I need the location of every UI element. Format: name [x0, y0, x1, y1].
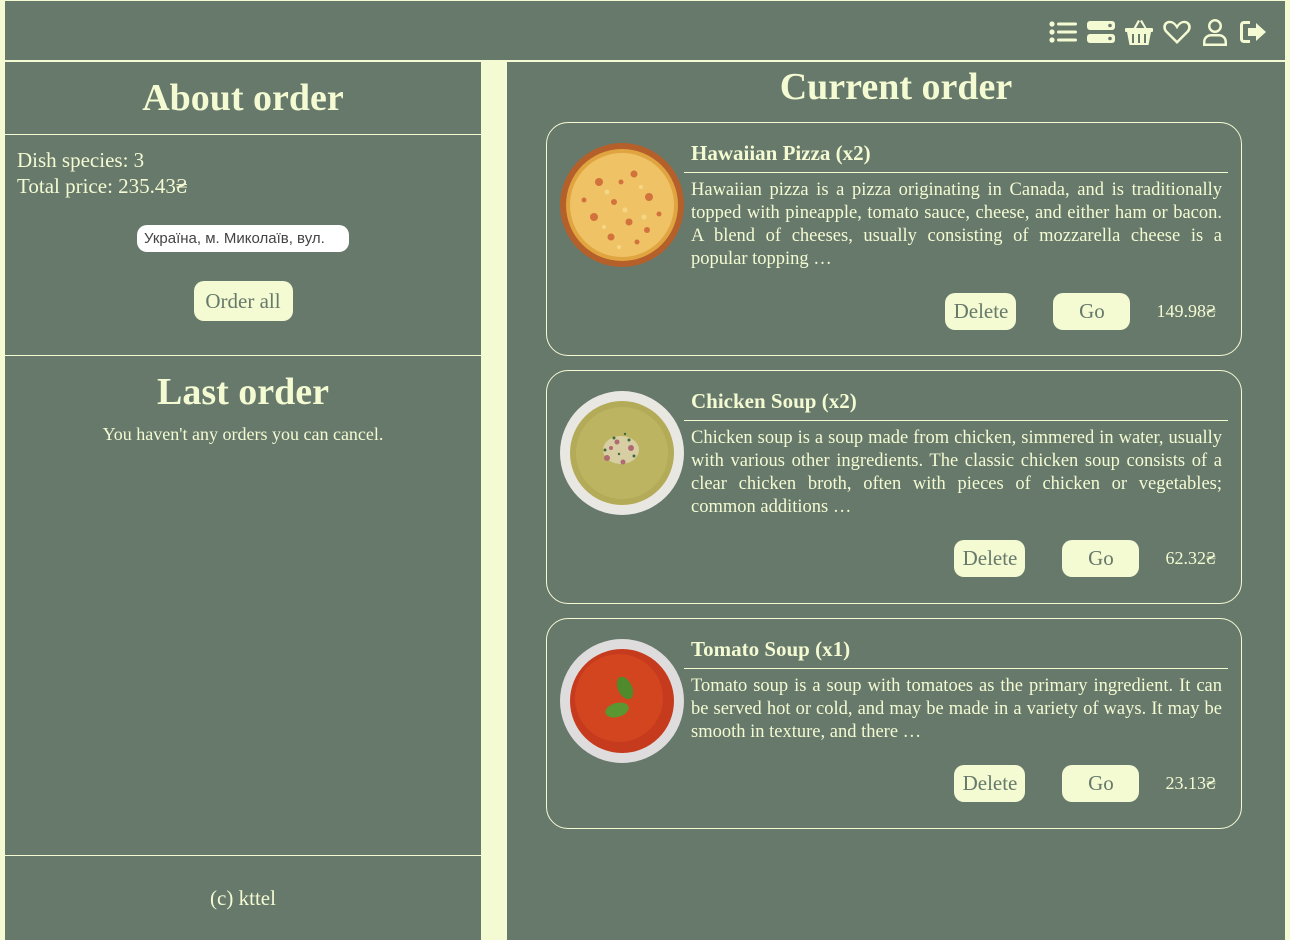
tomato-soup-image [559, 638, 685, 764]
heart-icon[interactable] [1161, 15, 1193, 49]
list-icon[interactable] [1047, 15, 1079, 49]
about-order-header: About order [5, 62, 481, 135]
go-button[interactable]: Go [1062, 765, 1140, 802]
order-item-description: Chicken soup is a soup made from chicken… [691, 428, 1222, 517]
order-item-card: Hawaiian Pizza (x2) Hawaiian pizza is a … [546, 122, 1242, 356]
hawaiian-pizza-image [559, 142, 685, 268]
top-header [5, 1, 1285, 61]
current-order-title: Current order [779, 66, 1013, 108]
last-order-message: You haven't any orders you can cancel. [102, 424, 384, 444]
chicken-soup-image [559, 390, 685, 516]
logout-icon[interactable] [1237, 15, 1269, 49]
basket-icon[interactable] [1123, 15, 1155, 49]
order-item-price: 62.32₴ [1165, 548, 1216, 568]
order-item-actions: Delete Go 149.98₴ [945, 293, 1216, 330]
order-item-title: Hawaiian Pizza (x2) [684, 141, 1228, 173]
order-item-price: 23.13₴ [1165, 773, 1216, 793]
header-icon-bar [1047, 15, 1269, 49]
go-button[interactable]: Go [1053, 293, 1131, 330]
delete-button[interactable]: Delete [954, 765, 1026, 802]
delete-button[interactable]: Delete [954, 540, 1026, 577]
go-button[interactable]: Go [1062, 540, 1140, 577]
user-icon[interactable] [1199, 15, 1231, 49]
footer-copyright: (c) kttel [210, 885, 276, 910]
about-order-body: Dish species: 3 Total price: 235.43₴ Укр… [5, 135, 481, 356]
order-item-card: Tomato Soup (x1) Tomato soup is a soup w… [546, 618, 1242, 829]
about-order-title: About order [142, 77, 344, 119]
address-input[interactable]: Україна, м. Миколаїв, вул. [137, 225, 349, 252]
order-item-title: Tomato Soup (x1) [684, 637, 1228, 669]
order-all-button[interactable]: Order all [193, 281, 293, 321]
menu-icon[interactable] [1085, 15, 1117, 49]
order-item-card: Chicken Soup (x2) Chicken soup is a soup… [546, 370, 1242, 604]
order-item-actions: Delete Go 62.32₴ [954, 540, 1216, 577]
order-item-content: Hawaiian Pizza (x2) Hawaiian pizza is a … [684, 141, 1228, 271]
order-sidebar: About order Dish species: 3 Total price:… [5, 62, 481, 940]
order-items-list: Hawaiian Pizza (x2) Hawaiian pizza is a … [546, 122, 1242, 843]
dish-species: Dish species: 3 [17, 148, 145, 172]
order-item-title: Chicken Soup (x2) [684, 389, 1228, 421]
total-price: Total price: 235.43₴ [17, 174, 188, 198]
last-order-title: Last order [156, 371, 330, 413]
order-item-actions: Delete Go 23.13₴ [954, 765, 1216, 802]
order-item-content: Tomato Soup (x1) Tomato soup is a soup w… [684, 637, 1228, 744]
order-item-description: Hawaiian pizza is a pizza originating in… [691, 180, 1222, 269]
order-item-price: 149.98₴ [1156, 301, 1216, 321]
delete-button[interactable]: Delete [945, 293, 1017, 330]
footer: (c) kttel [5, 855, 481, 940]
current-order-panel: Current order Hawaiian Pizza (x2) Hawaii… [507, 62, 1285, 940]
order-item-description: Tomato soup is a soup with tomatoes as t… [691, 676, 1222, 742]
order-item-content: Chicken Soup (x2) Chicken soup is a soup… [684, 389, 1228, 519]
last-order-section: Last order You haven't any orders you ca… [5, 356, 481, 445]
